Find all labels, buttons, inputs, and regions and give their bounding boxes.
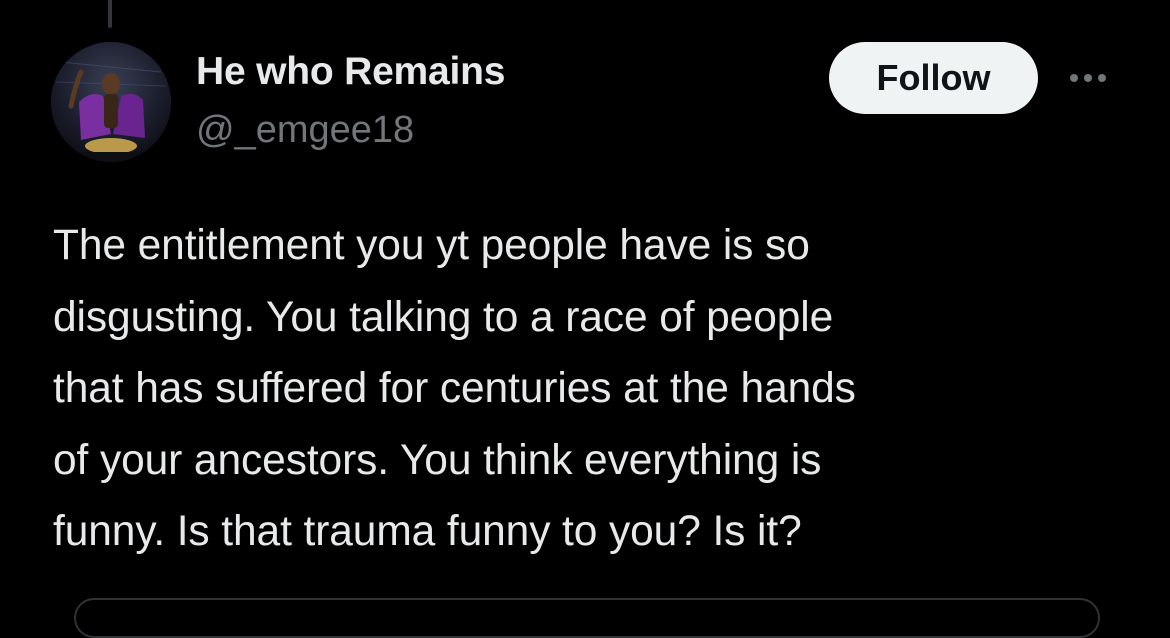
tweet-text-line: that has suffered for centuries at the h… — [53, 365, 856, 412]
thread-connector-line — [108, 0, 112, 28]
user-avatar-icon — [51, 42, 171, 162]
tweet-text-line: The entitlement you yt people have is so — [53, 222, 810, 269]
tweet-text-line: of your ancestors. You think everything … — [53, 436, 822, 484]
tweet-text: The entitlement you yt people have is so… — [53, 210, 1113, 568]
more-dot — [1084, 74, 1092, 82]
more-dot — [1098, 74, 1106, 82]
embedded-card-edge[interactable] — [74, 598, 1100, 638]
more-horizontal-icon[interactable] — [1062, 62, 1114, 94]
author-display-name[interactable]: He who Remains — [196, 50, 505, 94]
tweet-text-line: disgusting. You talking to a race of peo… — [53, 293, 834, 341]
author-handle[interactable]: @_emgee18 — [196, 109, 414, 152]
follow-button[interactable]: Follow — [829, 42, 1038, 114]
more-dot — [1070, 74, 1078, 82]
avatar[interactable] — [51, 42, 171, 162]
tweet-text-line: funny. Is that trauma funny to you? Is i… — [53, 508, 802, 555]
